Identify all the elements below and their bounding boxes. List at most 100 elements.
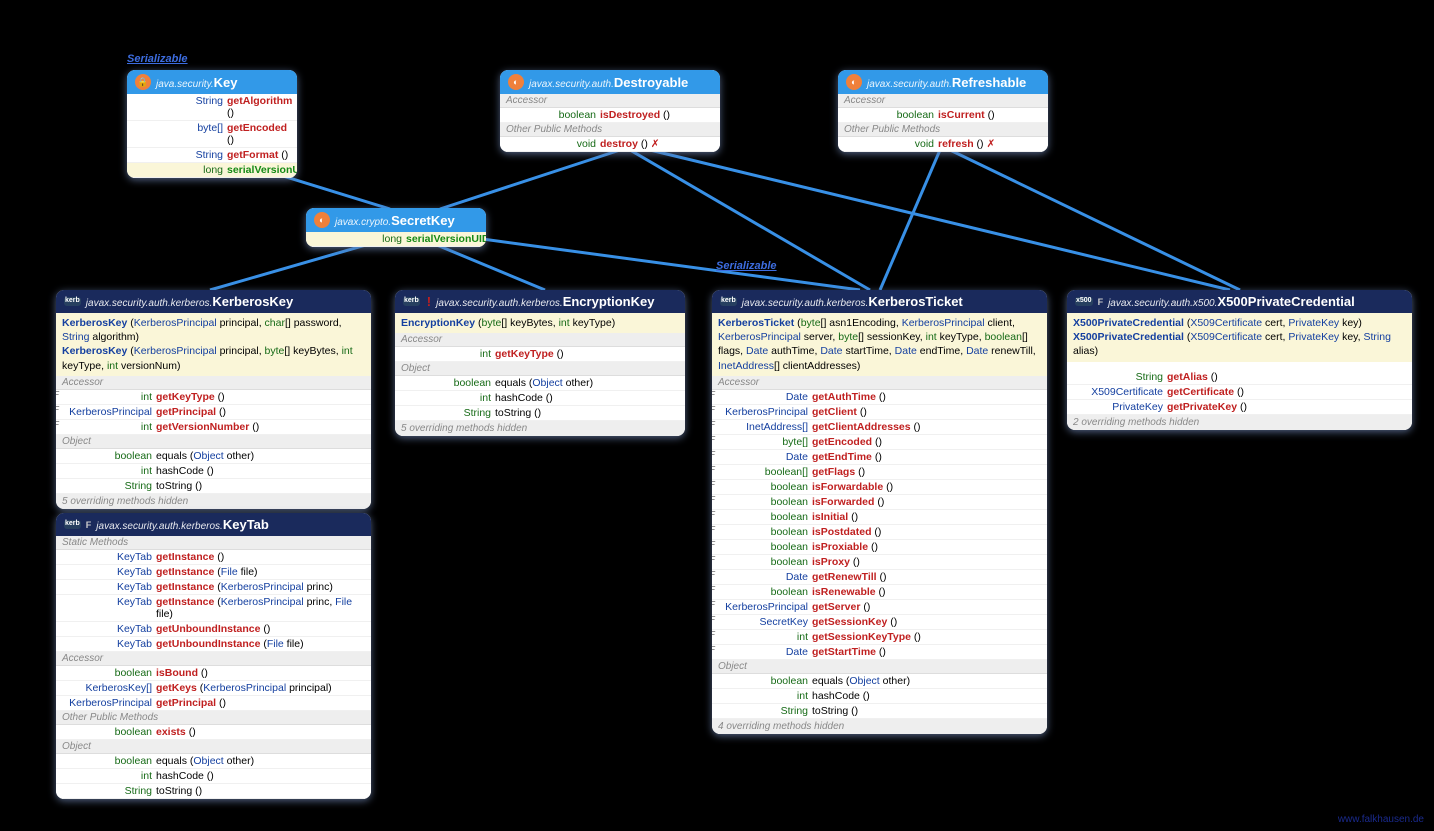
class-kerberoskey: kerb javax.security.auth.kerberos.Kerber…: [56, 290, 371, 509]
member-row: X509CertificategetCertificate (): [1067, 385, 1412, 400]
iface-icon: ◐: [508, 74, 524, 90]
pkg: javax.crypto.: [335, 217, 391, 228]
class-header: kerb javax.security.auth.kerberos.Kerber…: [56, 290, 371, 313]
section: Other Public Methods: [838, 123, 1048, 137]
iface-icon: ◐: [314, 212, 330, 228]
pkg: javax.security.auth.x500.: [1108, 298, 1217, 309]
member-row: booleanequals (Object other): [712, 674, 1047, 689]
pkg: javax.security.auth.kerberos.: [436, 298, 563, 309]
member-row: FSecretKeygetSessionKey (): [712, 615, 1047, 630]
iface-icon: ◐: [846, 74, 862, 90]
ret-type: long: [312, 233, 402, 245]
member-row: FbooleanisPostdated (): [712, 525, 1047, 540]
member-row: inthashCode (): [712, 689, 1047, 704]
section: Static Methods: [56, 536, 371, 550]
constructors: KerberosTicket (byte[] asn1Encoding, Ker…: [712, 313, 1047, 376]
member-row: KerberosPrincipalgetPrincipal (): [56, 696, 371, 711]
constructors: EncryptionKey (byte[] keyBytes, int keyT…: [395, 313, 685, 333]
member-row: FbooleanisForwardable (): [712, 480, 1047, 495]
section: Accessor: [395, 333, 685, 347]
section: Other Public Methods: [56, 711, 371, 725]
final-marker: F: [86, 520, 92, 530]
member-row: StringgetFormat (): [127, 148, 297, 163]
section: Accessor: [500, 94, 720, 108]
kerb-icon: kerb: [403, 297, 420, 305]
constructors: X500PrivateCredential (X509Certificate c…: [1067, 313, 1412, 362]
section: Object: [712, 660, 1047, 674]
ret-type: long: [133, 164, 223, 176]
member-row: booleanequals (Object other): [56, 449, 371, 464]
class-header: ◐ javax.crypto.SecretKey: [306, 208, 486, 232]
member-row: StringtoString (): [712, 704, 1047, 719]
class-destroyable: ◐ javax.security.auth.Destroyable Access…: [500, 70, 720, 152]
kerb-icon: kerb: [64, 297, 81, 305]
x500-icon: x500: [1075, 297, 1093, 305]
member-row: booleanisBound (): [56, 666, 371, 681]
member-row: StringtoString (): [395, 406, 685, 421]
pkg: javax.security.auth.kerberos.: [742, 298, 869, 309]
class-key: 🔒 java.security.Key StringgetAlgorithm (…: [127, 70, 297, 178]
field-name: serialVersionUID: [227, 164, 297, 176]
section: Object: [395, 362, 685, 376]
class-header: kerb javax.security.auth.kerberos.Kerber…: [712, 290, 1047, 313]
member-row: StringtoString (): [56, 479, 371, 494]
member-row: FbooleanisProxy (): [712, 555, 1047, 570]
classname: Refreshable: [952, 75, 1026, 90]
member-row: FintgetKeyType (): [56, 390, 371, 405]
member-row: FDategetEndTime (): [712, 450, 1047, 465]
member-row: FbooleanisForwarded (): [712, 495, 1047, 510]
classname: KerberosTicket: [868, 294, 962, 309]
member-row: StringgetAlgorithm (): [127, 94, 297, 121]
class-header: ◐ javax.security.auth.Refreshable: [838, 70, 1048, 94]
class-kerberosticket: kerb javax.security.auth.kerberos.Kerber…: [712, 290, 1047, 734]
pkg: javax.security.auth.: [529, 79, 614, 90]
class-header: x500 F javax.security.auth.x500.X500Priv…: [1067, 290, 1412, 313]
member-row: FintgetSessionKeyType (): [712, 630, 1047, 645]
member-row: PrivateKeygetPrivateKey (): [1067, 400, 1412, 415]
class-encryptionkey: kerb ! javax.security.auth.kerberos.Encr…: [395, 290, 685, 436]
member-row: byte[]getEncoded (): [127, 121, 297, 148]
classname: KerberosKey: [212, 294, 293, 309]
member-row: Fbyte[]getEncoded (): [712, 435, 1047, 450]
member-row: FbooleanisProxiable (): [712, 540, 1047, 555]
member-row: inthashCode (): [56, 769, 371, 784]
member-row: FbooleanisRenewable (): [712, 585, 1047, 600]
section: Object: [56, 740, 371, 754]
section: Object: [56, 435, 371, 449]
serializable-label: Serializable: [716, 260, 777, 272]
class-header: 🔒 java.security.Key: [127, 70, 297, 94]
member-row: Fboolean[]getFlags (): [712, 465, 1047, 480]
watermark: www.falkhausen.de: [1338, 814, 1424, 825]
kerb-icon: kerb: [64, 520, 81, 528]
class-keytab: kerb F javax.security.auth.kerberos.KeyT…: [56, 513, 371, 799]
member-row: inthashCode (): [395, 391, 685, 406]
member-row: FKerberosPrincipalgetServer (): [712, 600, 1047, 615]
hidden-note: 2 overriding methods hidden: [1067, 415, 1412, 430]
classname: EncryptionKey: [563, 294, 655, 309]
classname: Destroyable: [614, 75, 688, 90]
section: Accessor: [712, 376, 1047, 390]
hidden-note: 4 overriding methods hidden: [712, 719, 1047, 734]
member-row: FInetAddress[]getClientAddresses (): [712, 420, 1047, 435]
member-row: booleanisDestroyed (): [500, 108, 720, 123]
field-name: serialVersionUID: [406, 233, 486, 245]
classname: Key: [214, 75, 238, 90]
section: Accessor: [56, 652, 371, 666]
serial-row: long serialVersionUID: [306, 232, 486, 247]
member-row: booleanisCurrent (): [838, 108, 1048, 123]
member-row: KeyTabgetInstance (File file): [56, 565, 371, 580]
member-row: booleanequals (Object other): [395, 376, 685, 391]
member-row: FbooleanisInitial (): [712, 510, 1047, 525]
member-row: FDategetRenewTill (): [712, 570, 1047, 585]
section: Accessor: [838, 94, 1048, 108]
member-row: StringgetAlias (): [1067, 370, 1412, 385]
kerb-icon: kerb: [720, 297, 737, 305]
section: Accessor: [56, 376, 371, 390]
member-row: KerberosKey[]getKeys (KerberosPrincipal …: [56, 681, 371, 696]
classname: KeyTab: [223, 517, 269, 532]
section: Other Public Methods: [500, 123, 720, 137]
classname: SecretKey: [391, 213, 455, 228]
member-row: FKerberosPrincipalgetPrincipal (): [56, 405, 371, 420]
member-row: StringtoString (): [56, 784, 371, 799]
classname: X500PrivateCredential: [1217, 294, 1354, 309]
